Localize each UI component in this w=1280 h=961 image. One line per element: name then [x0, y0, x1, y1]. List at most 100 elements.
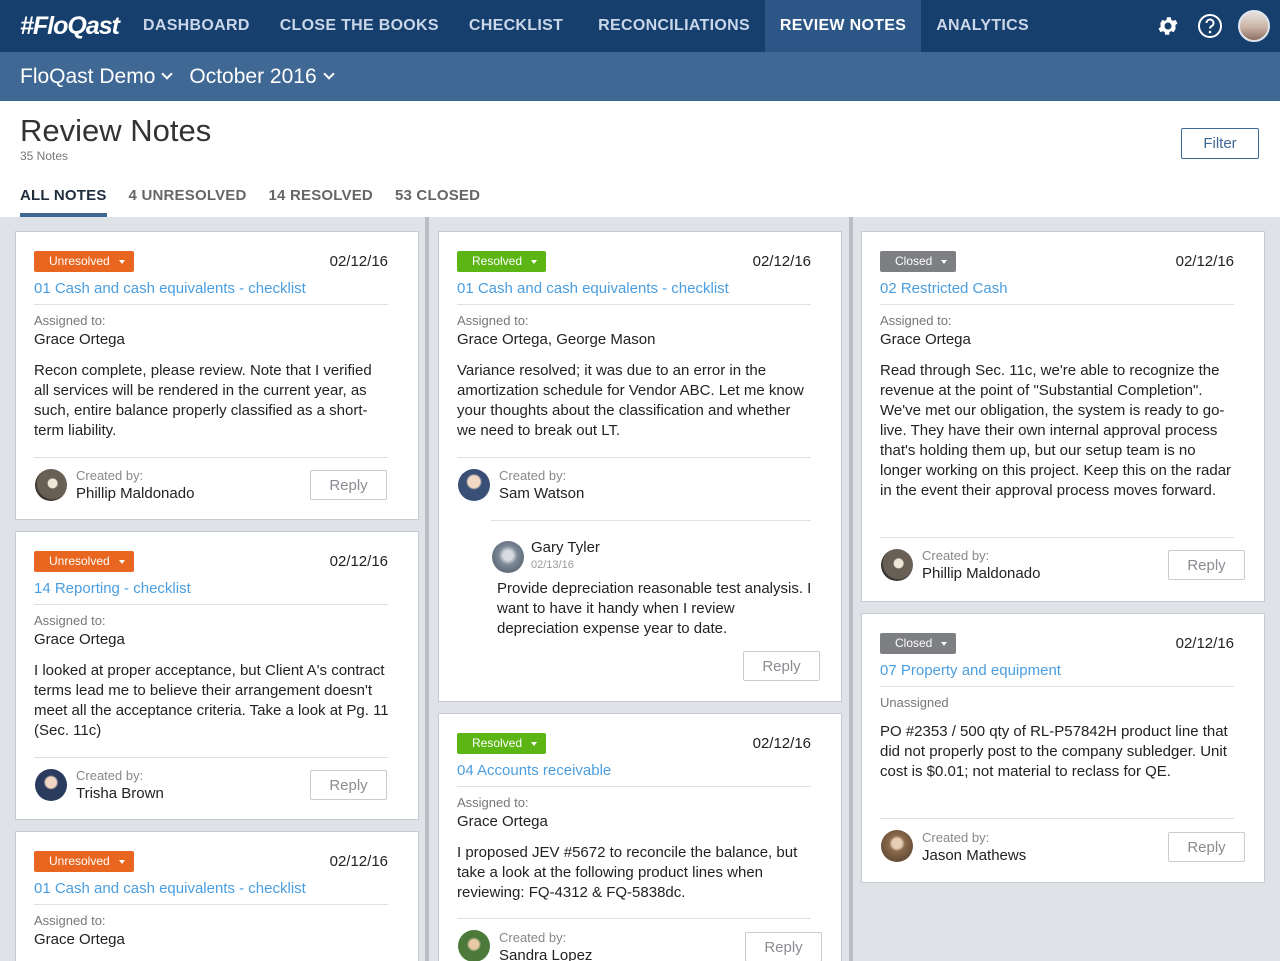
period-name: October 2016 — [189, 64, 317, 88]
divider — [34, 757, 388, 758]
divider — [491, 520, 811, 521]
review-note-card: Closed 02/12/16 07 Property and equipmen… — [861, 613, 1265, 883]
note-link[interactable]: 04 Accounts receivable — [457, 762, 611, 779]
note-body: Recon complete, please review. Note that… — [34, 362, 372, 439]
divider — [457, 457, 811, 458]
creator-name: Jason Mathews — [922, 847, 1027, 864]
nav-close-the-books[interactable]: CLOSE THE BOOKS — [265, 0, 454, 52]
note-body: PO #2353 / 500 qty of RL-P57842H product… — [880, 723, 1228, 780]
gear-icon[interactable] — [1154, 12, 1182, 40]
creator-avatar — [881, 830, 913, 862]
review-note-card: Closed 02/12/16 02 Restricted Cash Assig… — [861, 231, 1265, 602]
divider — [34, 457, 388, 458]
tab-closed[interactable]: 53 CLOSED — [395, 187, 480, 217]
creator-name: Sam Watson — [499, 485, 585, 502]
status-badge[interactable]: Resolved — [457, 733, 547, 754]
reply-button[interactable]: Reply — [310, 470, 387, 500]
reply-button[interactable]: Reply — [745, 932, 822, 961]
creator-avatar — [35, 469, 67, 501]
creator-name: Phillip Maldonado — [76, 485, 195, 502]
note-date: 02/12/16 — [1175, 635, 1234, 652]
notes-count: 35 Notes — [20, 149, 69, 163]
created-label: Created by: — [76, 468, 144, 483]
creator-avatar — [458, 469, 490, 501]
note-link[interactable]: 01 Cash and cash equivalents - checklist — [34, 280, 306, 297]
reply-button[interactable]: Reply — [310, 770, 387, 800]
created-label: Created by: — [76, 768, 144, 783]
divider — [457, 304, 811, 305]
divider — [34, 604, 388, 605]
column-divider — [425, 217, 429, 961]
reply-body: Provide depreciation reasonable test ana… — [497, 580, 812, 637]
tab-unresolved[interactable]: 4 UNRESOLVED — [129, 187, 247, 217]
divider — [34, 304, 388, 305]
review-note-card: Resolved 02/12/16 01 Cash and cash equiv… — [438, 231, 842, 702]
notes-tabs: ALL NOTES 4 UNRESOLVED 14 RESOLVED 53 CL… — [20, 187, 480, 217]
status-badge[interactable]: Closed — [880, 633, 957, 654]
period-selector[interactable]: October 2016 — [189, 64, 335, 89]
reply-date: 02/13/16 — [531, 559, 574, 571]
user-avatar[interactable] — [1238, 10, 1270, 42]
note-body: I proposed JEV #5672 to reconcile the ba… — [457, 844, 798, 901]
assigned-label: Assigned to: — [457, 795, 529, 810]
filter-button[interactable]: Filter — [1181, 128, 1259, 159]
status-badge[interactable]: Unresolved — [34, 851, 134, 872]
note-link[interactable]: 01 Cash and cash equivalents - checklist — [34, 880, 306, 897]
nav-checklist[interactable]: CHECKLIST — [454, 0, 583, 52]
creator-avatar — [458, 930, 490, 961]
created-label: Created by: — [922, 548, 990, 563]
review-note-card: Unresolved 02/12/16 01 Cash and cash equ… — [15, 231, 419, 520]
reply-button[interactable]: Reply — [1168, 832, 1245, 862]
assignee: Grace Ortega — [34, 331, 125, 348]
note-date: 02/12/16 — [329, 553, 388, 570]
reply-author: Gary Tyler — [531, 539, 600, 556]
assignee: Grace Ortega, George Mason — [457, 331, 656, 348]
help-icon[interactable] — [1196, 12, 1224, 40]
creator-avatar — [35, 769, 67, 801]
note-body: Read through Sec. 11c, we're able to rec… — [880, 362, 1232, 499]
status-badge[interactable]: Resolved — [457, 251, 547, 272]
assigned-label: Assigned to: — [880, 313, 952, 328]
assignee: Grace Ortega — [457, 813, 548, 830]
creator-name: Trisha Brown — [76, 785, 164, 802]
assignee: Grace Ortega — [34, 631, 125, 648]
assignee: Grace Ortega — [34, 931, 125, 948]
creator-name: Phillip Maldonado — [922, 565, 1041, 582]
divider — [880, 304, 1234, 305]
note-body: Variance resolved; it was due to an erro… — [457, 362, 804, 439]
nav-review-notes[interactable]: REVIEW NOTES — [764, 0, 922, 52]
nav-analytics[interactable]: ANALYTICS — [921, 0, 1044, 52]
status-badge[interactable]: Closed — [880, 251, 957, 272]
status-badge[interactable]: Unresolved — [34, 551, 134, 572]
divider — [34, 904, 388, 905]
reply-button[interactable]: Reply — [743, 651, 820, 681]
review-note-card: Resolved 02/12/16 04 Accounts receivable… — [438, 713, 842, 961]
tab-resolved[interactable]: 14 RESOLVED — [269, 187, 373, 217]
nav-dashboard[interactable]: DASHBOARD — [128, 0, 265, 52]
divider — [880, 537, 1234, 538]
note-link[interactable]: 14 Reporting - checklist — [34, 580, 191, 597]
note-date: 02/12/16 — [329, 853, 388, 870]
note-date: 02/12/16 — [329, 253, 388, 270]
note-link[interactable]: 07 Property and equipment — [880, 662, 1061, 679]
floqast-logo[interactable]: #FloQast — [0, 12, 128, 41]
company-selector[interactable]: FloQast Demo — [20, 65, 174, 89]
created-label: Created by: — [499, 468, 567, 483]
unassigned-label: Unassigned — [880, 695, 949, 710]
top-nav: #FloQast DASHBOARD CLOSE THE BOOKS CHECK… — [0, 0, 1280, 52]
created-label: Created by: — [499, 930, 567, 945]
created-label: Created by: — [922, 830, 990, 845]
status-badge[interactable]: Unresolved — [34, 251, 134, 272]
column-divider — [849, 217, 853, 961]
divider — [880, 818, 1234, 819]
note-date: 02/12/16 — [752, 735, 811, 752]
review-note-card: Unresolved 02/12/16 14 Reporting - check… — [15, 531, 419, 820]
creator-avatar — [881, 549, 913, 581]
reply-button[interactable]: Reply — [1168, 550, 1245, 580]
tab-all-notes[interactable]: ALL NOTES — [20, 187, 107, 217]
note-link[interactable]: 02 Restricted Cash — [880, 280, 1008, 297]
nav-reconciliations[interactable]: RECONCILIATIONS — [583, 0, 765, 52]
note-link[interactable]: 01 Cash and cash equivalents - checklist — [457, 280, 729, 297]
assignee: Grace Ortega — [880, 331, 971, 348]
chevron-down-icon — [322, 67, 335, 80]
